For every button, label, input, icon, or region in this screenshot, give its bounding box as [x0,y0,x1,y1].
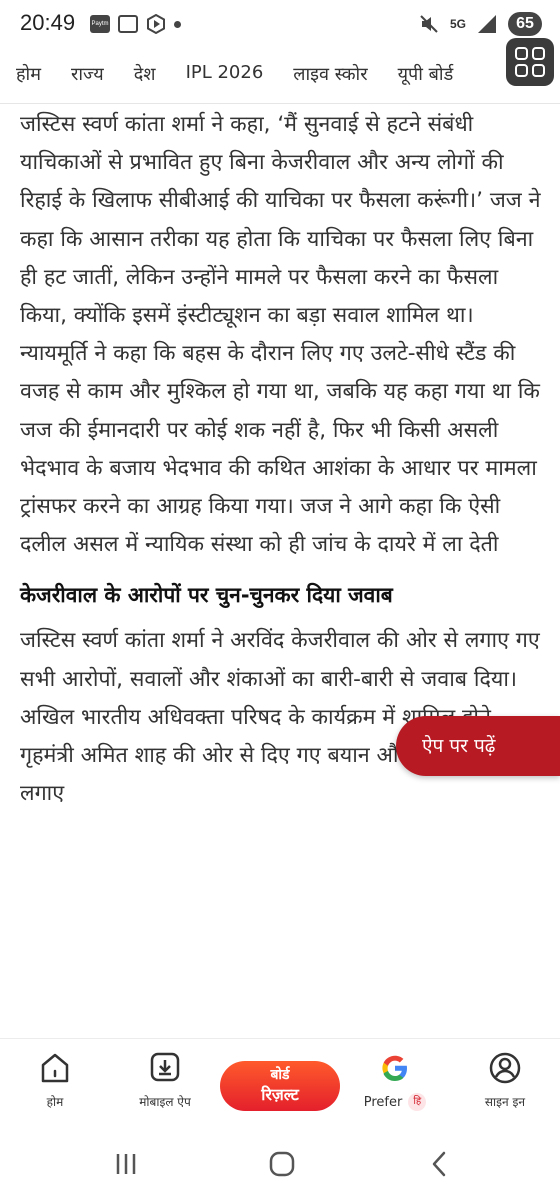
board-result-line2: रिज़ल्ट [261,1085,299,1104]
nav-sign-in-label: साइन इन [484,1095,526,1109]
all-categories-button[interactable] [506,38,554,86]
nav-prefer-google[interactable]: Prefer हि [340,1051,450,1111]
prefer-label: Prefer [363,1094,403,1110]
home-system-icon[interactable] [262,1148,302,1180]
category-up-board[interactable]: यूपी बोर्ड [398,62,454,86]
status-time: 20:49 [20,10,76,35]
bottom-nav: होम मोबाइल ऐप बोर्ड रिज़ल्ट Prefer हि सा… [0,1038,560,1128]
board-result-button[interactable]: बोर्ड रिज़ल्ट [220,1061,340,1111]
category-ipl[interactable]: IPL 2026 [186,62,264,86]
article-subheading: केजरीवाल के आरोपों पर चुन-चुनकर दिया जवा… [20,583,393,608]
home-icon [41,1053,69,1083]
mute-icon [420,15,438,33]
status-left-icons: Paytm [90,14,181,34]
category-live-score[interactable]: लाइव स्कोर [293,62,367,86]
google-icon [382,1055,407,1081]
nav-mobile-app-label: मोबाइल ऐप [139,1095,191,1109]
article-body: जस्टिस स्वर्ण कांता शर्मा ने कहा, ‘मैं स… [20,106,542,813]
category-nav: होम राज्य देश IPL 2026 लाइव स्कोर यूपी ब… [0,48,560,104]
read-in-app-button[interactable]: ऐप पर पढ़ें [396,716,560,776]
recent-apps-icon[interactable] [106,1148,146,1180]
media-icon [147,14,165,34]
status-bar: 20:49 Paytm 5G 65 [0,0,560,48]
category-country[interactable]: देश [134,62,156,86]
download-icon [150,1052,180,1082]
board-result-line1: बोर्ड [270,1067,290,1083]
network-type: 5G [449,17,466,31]
system-nav-bar [0,1128,560,1200]
category-fade [474,48,504,103]
prefer-row: Prefer हि [340,1093,450,1111]
dot-icon [174,20,181,28]
status-right-icons: 5G 65 [418,12,542,36]
signal-icon [478,15,496,33]
nav-sign-in[interactable]: साइन इन [450,1051,560,1110]
nav-home-label: होम [46,1095,64,1109]
battery-indicator: 65 [508,12,542,36]
article-paragraph: जस्टिस स्वर्ण कांता शर्मा ने कहा, ‘मैं स… [20,112,541,558]
grid-icon [515,47,528,60]
hindi-badge-icon: हि [408,1093,427,1111]
scan-icon [118,15,138,33]
user-icon [489,1052,521,1084]
nav-mobile-app[interactable]: मोबाइल ऐप [110,1051,220,1110]
category-states[interactable]: राज्य [71,62,104,86]
nav-home[interactable]: होम [0,1051,110,1110]
paytm-icon: Paytm [90,15,110,33]
category-list: होम राज्य देश IPL 2026 लाइव स्कोर यूपी ब… [16,62,483,86]
category-home[interactable]: होम [16,62,41,86]
back-icon[interactable] [420,1148,460,1180]
